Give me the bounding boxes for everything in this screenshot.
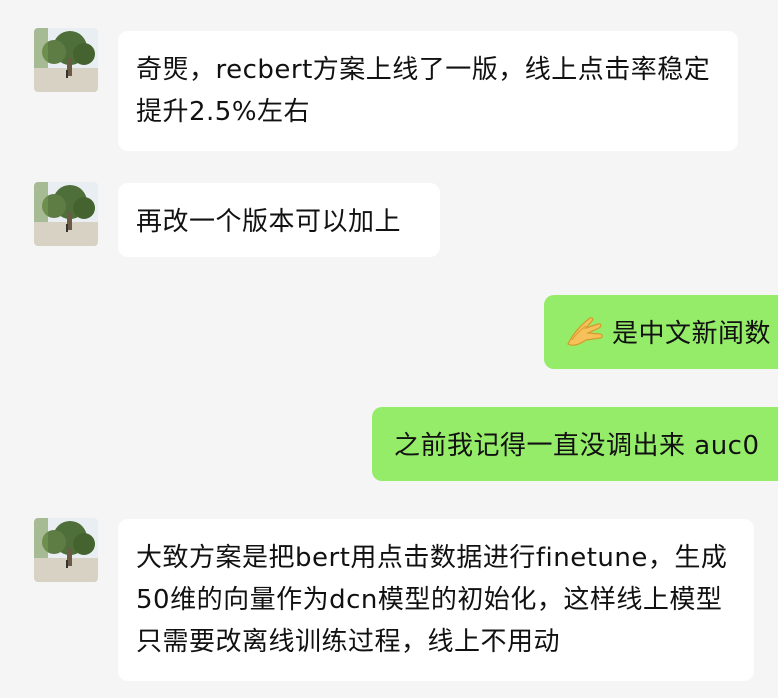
message-text: 奇煚，recbert方案上线了一版，线上点击率稳定提升2.5%左右 <box>136 55 711 127</box>
message-text: 再改一个版本可以加上 <box>136 207 402 237</box>
message-text: 是中文新闻数 <box>612 319 772 349</box>
contact-avatar[interactable] <box>34 518 98 582</box>
contact-avatar[interactable] <box>34 28 98 92</box>
avatar-image <box>34 28 98 92</box>
contact-avatar[interactable] <box>34 182 98 246</box>
message-bubble[interactable]: 是中文新闻数 <box>544 295 778 369</box>
chat-area: 奇煚，recbert方案上线了一版，线上点击率稳定提升2.5%左右 再改一个版本… <box>0 0 778 698</box>
message-text: 大致方案是把bert用点击数据进行finetune，生成50维的向量作为dcn模… <box>136 543 728 657</box>
message-bubble[interactable]: 大致方案是把bert用点击数据进行finetune，生成50维的向量作为dcn模… <box>118 519 754 681</box>
message-text: 之前我记得一直没调出来 auc0 <box>394 431 760 461</box>
pinched-hand-icon <box>564 314 604 350</box>
message-bubble[interactable]: 奇煚，recbert方案上线了一版，线上点击率稳定提升2.5%左右 <box>118 31 738 151</box>
avatar-image <box>34 182 98 246</box>
avatar-image <box>34 518 98 582</box>
message-bubble[interactable]: 之前我记得一直没调出来 auc0 <box>372 407 778 481</box>
message-bubble[interactable]: 再改一个版本可以加上 <box>118 183 440 257</box>
